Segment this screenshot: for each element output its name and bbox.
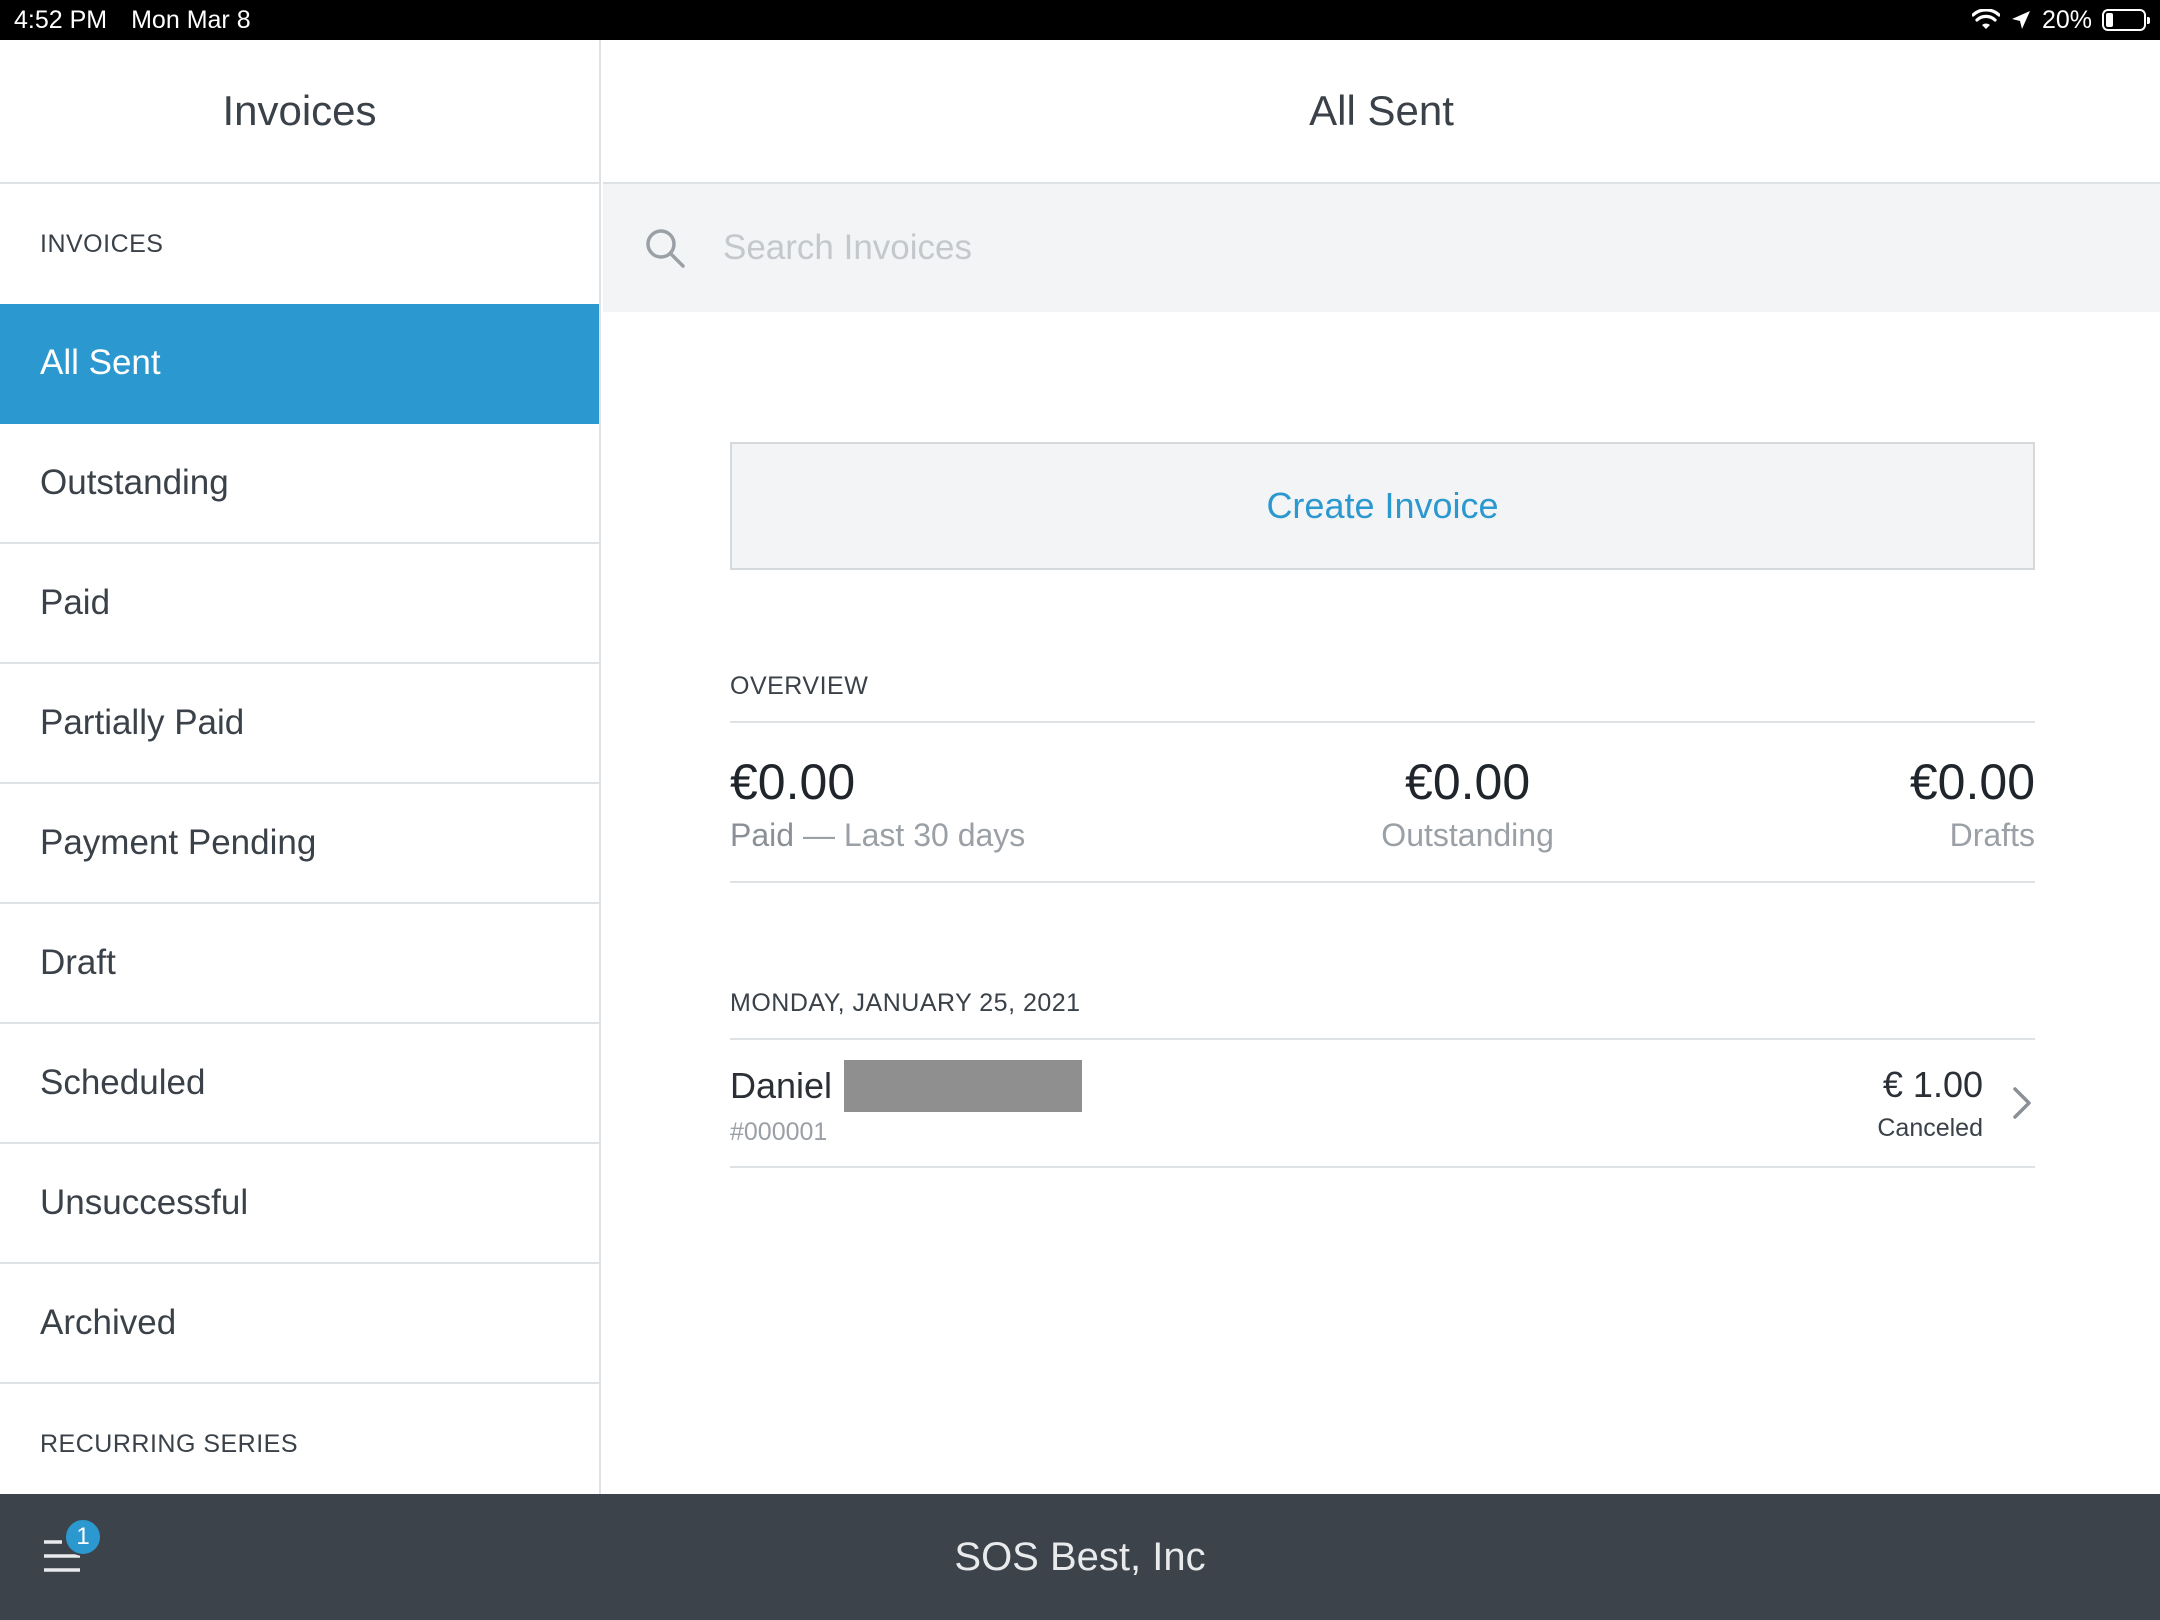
invoice-row[interactable]: Daniel #000001 € 1.00 Canceled xyxy=(730,1040,2035,1168)
status-bar: 4:52 PM Mon Mar 8 20% xyxy=(0,0,2160,40)
redacted-block xyxy=(844,1059,1083,1112)
invoice-status: Canceled xyxy=(1877,1113,1983,1142)
paid-amount: €0.00 xyxy=(730,754,856,810)
notification-badge: 1 xyxy=(64,1518,102,1556)
sidebar-item-archived[interactable]: Archived xyxy=(0,1264,599,1384)
drafts-label: Drafts xyxy=(1949,817,2035,853)
search-icon xyxy=(646,229,685,268)
overview-drafts: €0.00 Drafts xyxy=(1910,753,2035,881)
overview-summary: €0.00 Paid — Last 30 days €0.00 Outstand… xyxy=(730,723,2035,883)
sidebar-item-scheduled[interactable]: Scheduled xyxy=(0,1024,599,1144)
sidebar-title: Invoices xyxy=(222,87,377,134)
outstanding-amount: €0.00 xyxy=(1405,754,1531,810)
bottom-bar: 1 SOS Best, Inc xyxy=(0,1494,2160,1620)
search-input[interactable] xyxy=(723,228,1523,268)
main-header: All Sent xyxy=(603,40,2160,184)
sidebar-header: Invoices xyxy=(0,40,599,184)
overview-paid: €0.00 Paid — Last 30 days xyxy=(730,753,1025,881)
sidebar-item-draft[interactable]: Draft xyxy=(0,904,599,1024)
content: Create Invoice OVERVIEW €0.00 Paid — Las… xyxy=(730,442,2035,1168)
location-icon xyxy=(2011,11,2030,29)
sidebar-item-all-sent[interactable]: All Sent xyxy=(0,304,599,424)
business-name: SOS Best, Inc xyxy=(954,1534,1206,1579)
status-date: Mon Mar 8 xyxy=(131,5,251,34)
main-panel: All Sent Create Invoice OVERVIEW €0.00 P… xyxy=(603,40,2160,1494)
sidebar: Invoices INVOICES All Sent Outstanding P… xyxy=(0,40,601,1494)
wifi-icon xyxy=(1971,9,2000,29)
status-time: 4:52 PM xyxy=(14,5,108,34)
create-invoice-button[interactable]: Create Invoice xyxy=(730,442,2035,570)
invoice-amount: € 1.00 xyxy=(1882,1063,1983,1105)
section-label-invoices: INVOICES xyxy=(40,229,164,258)
sidebar-item-unsuccessful[interactable]: Unsuccessful xyxy=(0,1144,599,1264)
outstanding-label: Outstanding xyxy=(1381,817,1554,853)
invoice-group-date: MONDAY, JANUARY 25, 2021 xyxy=(730,989,2035,1040)
overview-outstanding: €0.00 Outstanding xyxy=(1381,753,1554,881)
sidebar-item-payment-pending[interactable]: Payment Pending xyxy=(0,784,599,904)
sidebar-item-paid[interactable]: Paid xyxy=(0,544,599,664)
battery-percent: 20% xyxy=(2041,5,2092,34)
invoice-customer-name: Daniel xyxy=(730,1064,833,1106)
paid-label: Paid xyxy=(730,817,795,853)
battery-icon xyxy=(2102,9,2150,31)
sidebar-item-partially-paid[interactable]: Partially Paid xyxy=(0,664,599,784)
drafts-amount: €0.00 xyxy=(1909,754,2035,810)
section-label-recurring: RECURRING SERIES xyxy=(40,1429,299,1458)
paid-period: — Last 30 days xyxy=(794,817,1026,853)
overview-label: OVERVIEW xyxy=(730,672,2035,723)
chevron-right-icon xyxy=(2013,1087,2031,1119)
sidebar-item-outstanding[interactable]: Outstanding xyxy=(0,424,599,544)
search-bar xyxy=(603,184,2160,312)
page-title: All Sent xyxy=(1309,87,1454,134)
status-right: 20% xyxy=(1971,5,2150,35)
invoice-number: #000001 xyxy=(730,1117,828,1146)
